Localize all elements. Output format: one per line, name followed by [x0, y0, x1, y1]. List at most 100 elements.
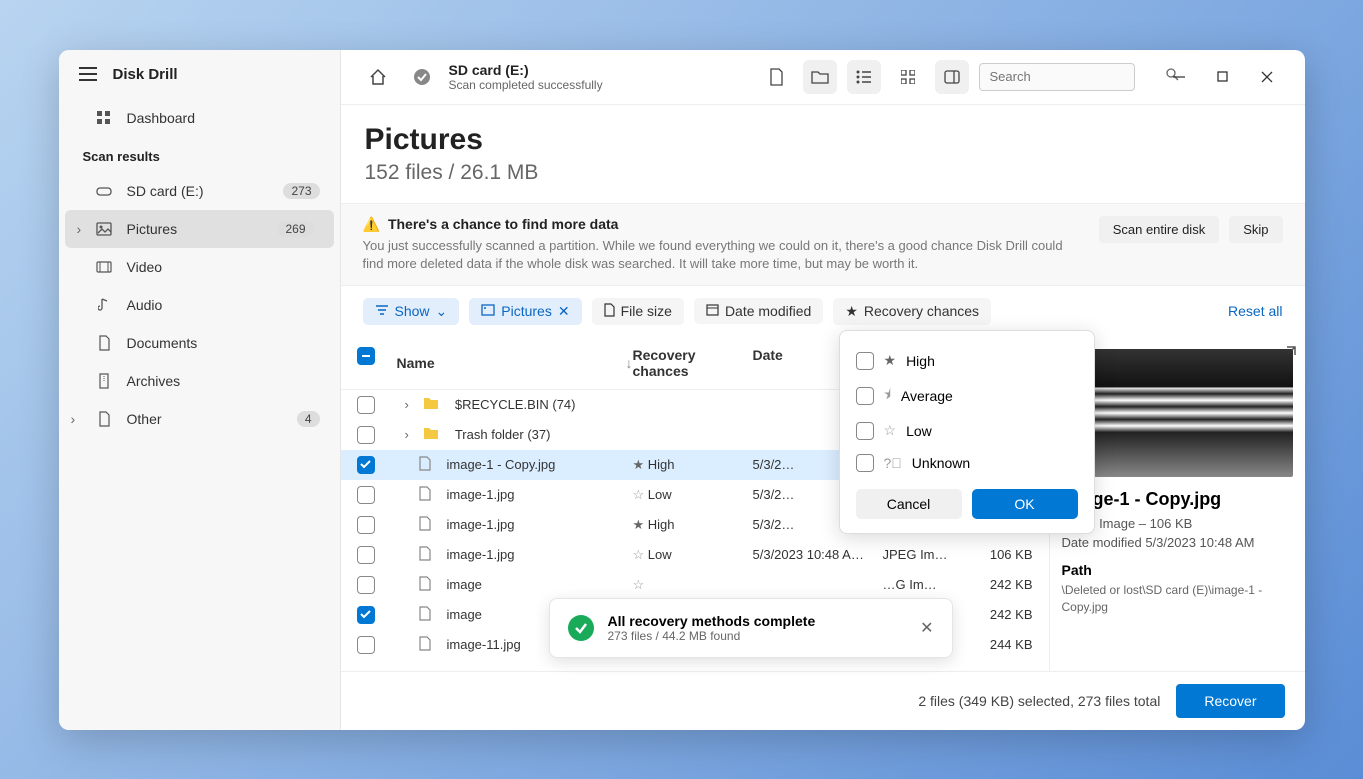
drive-icon [95, 182, 113, 200]
sidebar-item-label: Archives [127, 373, 181, 389]
size-cell: 106 KB [963, 547, 1033, 562]
minimize-button[interactable] [1161, 63, 1197, 91]
star-outline-icon: ☆ [884, 422, 897, 439]
row-checkbox[interactable] [357, 576, 375, 594]
column-recovery[interactable]: Recovery chances [633, 347, 753, 379]
reset-all-link[interactable]: Reset all [1228, 303, 1282, 319]
notice-banner: ⚠️ There's a chance to find more data Yo… [341, 203, 1305, 286]
recovery-chance: High [648, 457, 675, 472]
show-filter[interactable]: Show ⌄ [363, 298, 460, 325]
ok-button[interactable]: OK [972, 489, 1078, 519]
file-name: Trash folder (37) [455, 427, 551, 442]
sidebar-item-archives[interactable]: Archives [59, 362, 340, 400]
select-all-checkbox[interactable] [357, 347, 375, 365]
close-button[interactable] [1249, 63, 1285, 91]
selection-status: 2 files (349 KB) selected, 273 files tot… [918, 693, 1160, 709]
row-checkbox[interactable] [357, 546, 375, 564]
sidebar-item-other[interactable]: › Other 4 [59, 400, 340, 438]
recovery-option-high[interactable]: ★ High [856, 345, 1078, 377]
file-icon [604, 303, 615, 320]
chevron-down-icon: ⌄ [436, 303, 448, 320]
recovery-filter[interactable]: ★ Recovery chances [833, 298, 991, 325]
file-name: image-1.jpg [447, 487, 515, 502]
date-cell: 5/3/2023 10:48 A… [753, 547, 883, 562]
pictures-filter[interactable]: Pictures ✕ [469, 298, 581, 325]
row-checkbox[interactable] [357, 516, 375, 534]
row-checkbox[interactable] [357, 606, 375, 624]
sidebar-section-label: Scan results [59, 137, 340, 172]
sidebar-item-sdcard[interactable]: SD card (E:) 273 [59, 172, 340, 210]
sidebar-item-documents[interactable]: Documents [59, 324, 340, 362]
home-icon[interactable] [361, 60, 395, 94]
topbar: SD card (E:) Scan completed successfully [341, 50, 1305, 105]
topbar-info: SD card (E:) Scan completed successfully [449, 62, 603, 92]
row-checkbox[interactable] [357, 636, 375, 654]
content-header: Pictures 152 files / 26.1 MB [341, 105, 1305, 195]
checkbox[interactable] [856, 352, 874, 370]
recovery-option-average[interactable]: ⯨ Average [856, 377, 1078, 415]
calendar-icon [706, 303, 719, 319]
chevron-right-icon[interactable]: › [71, 411, 83, 427]
warning-icon: ⚠️ [363, 216, 380, 233]
toast-close-icon[interactable]: ✕ [920, 618, 933, 638]
search-input[interactable] [979, 63, 1135, 91]
checkbox[interactable] [856, 387, 874, 405]
scan-entire-disk-button[interactable]: Scan entire disk [1099, 216, 1220, 243]
recovery-option-low[interactable]: ☆ Low [856, 415, 1078, 447]
file-name: image-1.jpg [447, 547, 515, 562]
panel-view-icon[interactable] [935, 60, 969, 94]
filesize-filter[interactable]: File size [592, 298, 684, 325]
row-checkbox[interactable] [357, 486, 375, 504]
file-name: image-11.jpg [447, 637, 521, 652]
list-view-icon[interactable] [847, 60, 881, 94]
folder-icon [423, 396, 439, 413]
preview-path: \Deleted or lost\SD card (E)\image-1 - C… [1062, 582, 1293, 616]
archive-icon [95, 372, 113, 390]
row-checkbox[interactable] [357, 396, 375, 414]
app-title: Disk Drill [113, 66, 178, 83]
sort-icon: ↓ [626, 355, 633, 371]
skip-button[interactable]: Skip [1229, 216, 1282, 243]
date-filter[interactable]: Date modified [694, 298, 823, 324]
notice-desc: You just successfully scanned a partitio… [363, 237, 1085, 273]
close-icon[interactable]: ✕ [558, 303, 570, 320]
chevron-right-icon[interactable]: › [405, 427, 409, 442]
filter-icon [375, 303, 389, 319]
kind-cell: …G Im… [883, 577, 963, 592]
row-checkbox[interactable] [357, 426, 375, 444]
menu-icon[interactable] [79, 67, 97, 81]
sidebar-item-audio[interactable]: Audio [59, 286, 340, 324]
recovery-chance: High [648, 517, 675, 532]
sidebar-item-label: Pictures [127, 221, 178, 237]
file-name: image-1 - Copy.jpg [447, 457, 556, 472]
file-icon [419, 636, 431, 654]
file-view-icon[interactable] [759, 60, 793, 94]
page-subtitle: 152 files / 26.1 MB [365, 161, 1281, 185]
column-name[interactable]: Name↓ [397, 347, 633, 379]
sidebar-item-label: Other [127, 411, 162, 427]
recovery-option-unknown[interactable]: ?⃝ Unknown [856, 447, 1078, 479]
file-icon [419, 516, 431, 534]
document-icon [95, 334, 113, 352]
checkbox[interactable] [856, 422, 874, 440]
search-field[interactable] [990, 69, 1166, 84]
chevron-right-icon[interactable]: › [77, 221, 89, 237]
row-checkbox[interactable] [357, 456, 375, 474]
sidebar-item-video[interactable]: Video [59, 248, 340, 286]
sidebar-item-dashboard[interactable]: Dashboard [59, 99, 340, 137]
badge: 269 [277, 221, 313, 237]
pictures-icon [481, 303, 495, 319]
cancel-button[interactable]: Cancel [856, 489, 962, 519]
checkbox[interactable] [856, 454, 874, 472]
file-name: $RECYCLE.BIN (74) [455, 397, 576, 412]
toast-subtitle: 273 files / 44.2 MB found [608, 629, 816, 643]
table-row[interactable]: image-1.jpg ☆ Low 5/3/2023 10:48 A… JPEG… [341, 540, 1049, 570]
recover-button[interactable]: Recover [1176, 684, 1284, 718]
folder-view-icon[interactable] [803, 60, 837, 94]
folder-icon [423, 426, 439, 443]
chevron-right-icon[interactable]: › [405, 397, 409, 412]
maximize-button[interactable] [1205, 63, 1241, 91]
table-row[interactable]: image ☆ …G Im… 242 KB [341, 570, 1049, 600]
grid-view-icon[interactable] [891, 60, 925, 94]
sidebar-item-pictures[interactable]: › Pictures 269 [65, 210, 334, 248]
